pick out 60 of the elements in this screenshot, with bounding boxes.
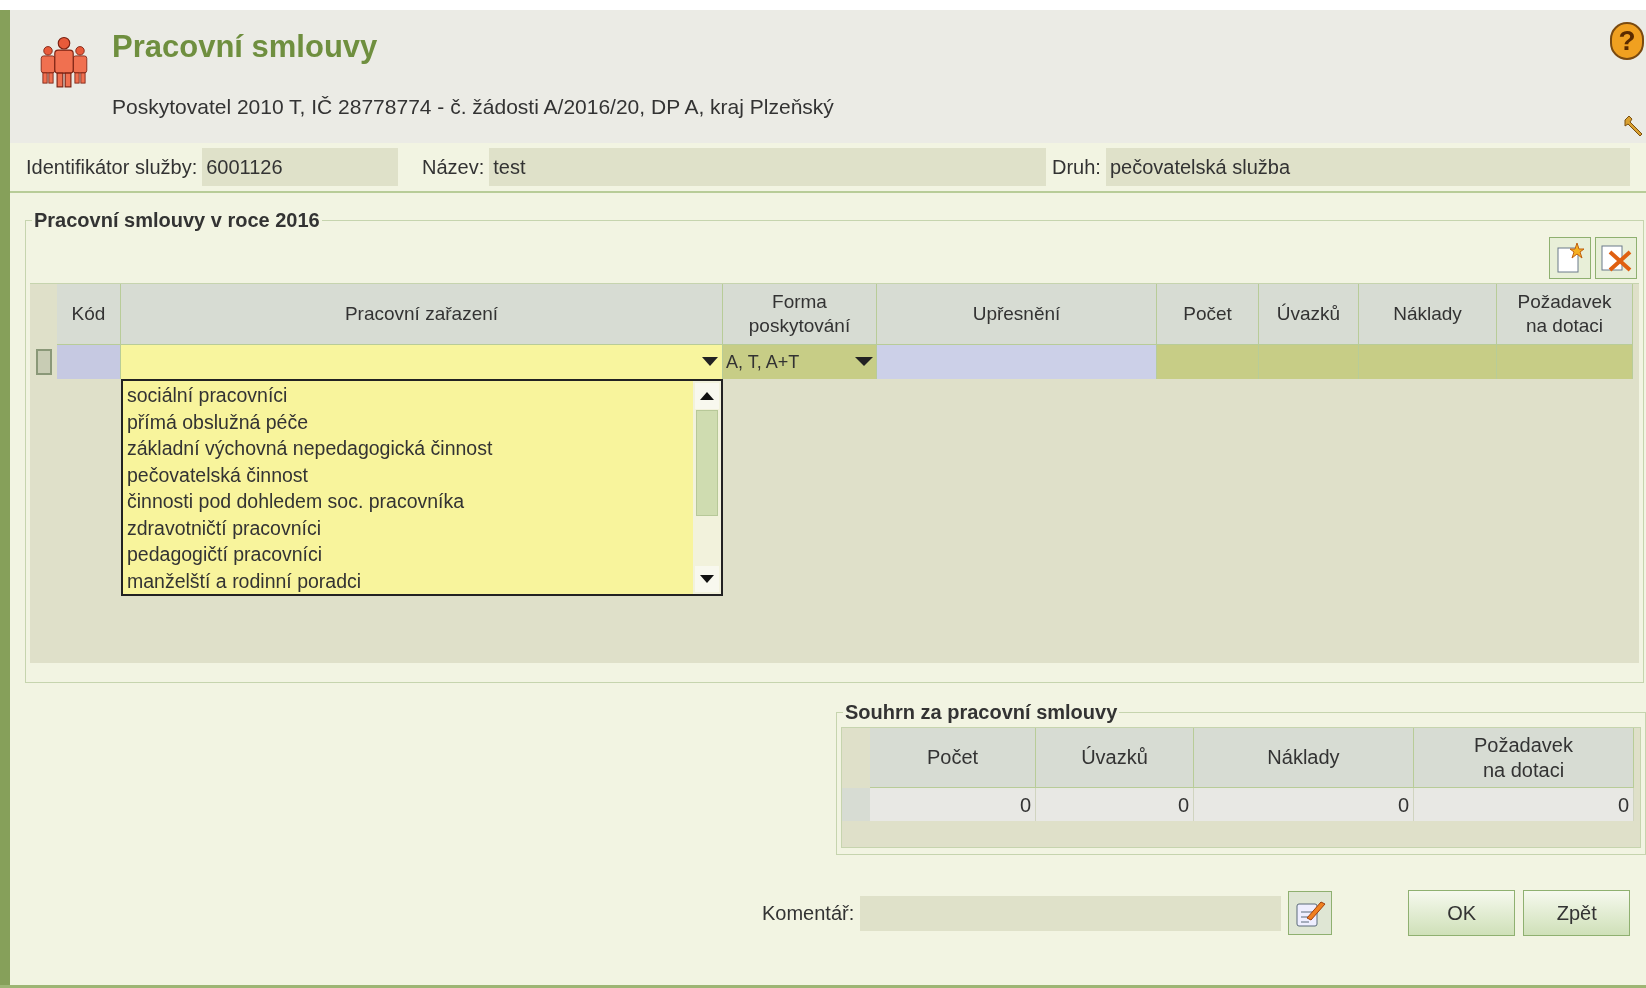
column-header: Pracovní zařazení	[121, 284, 723, 345]
comment-label: Komentář:	[762, 901, 855, 926]
dropdown-option[interactable]: zdravotničtí pracovníci	[127, 514, 693, 541]
summary-cell: 0	[1036, 788, 1194, 821]
column-header: Počet	[870, 728, 1036, 788]
dropdown-option[interactable]: sociální pracovníci	[127, 382, 693, 409]
down-arrow-icon	[700, 575, 714, 583]
panel-legend: Pracovní smlouvy v roce 2016	[32, 205, 322, 235]
number-cell[interactable]	[1157, 345, 1259, 379]
column-header: Forma poskytování	[723, 284, 877, 345]
read-only-field: 6001126	[202, 148, 398, 186]
code-cell[interactable]	[57, 345, 121, 379]
field-label: Identifikátor služby:	[26, 155, 198, 180]
category-combo[interactable]	[121, 345, 723, 379]
page-cross-icon	[1600, 242, 1632, 274]
dialog-button[interactable]: Zpět	[1523, 890, 1631, 936]
up-arrow-icon	[700, 392, 714, 400]
panel-legend: Souhrn za pracovní smlouvy	[843, 697, 1120, 727]
number-cell[interactable]	[1259, 345, 1359, 379]
number-cell[interactable]	[1359, 345, 1497, 379]
column-header: Úvazků	[1036, 728, 1194, 788]
page-star-icon	[1555, 242, 1585, 274]
add-row-button[interactable]	[1549, 237, 1591, 279]
read-only-field: pečovatelská služba	[1105, 148, 1630, 186]
form-combo[interactable]: A, T, A+T	[723, 345, 877, 379]
column-header: Požadavek na dotaci	[1414, 728, 1634, 788]
column-header: Úvazků	[1259, 284, 1359, 345]
dropdown-option[interactable]: pedagogičtí pracovníci	[127, 541, 693, 568]
scroll-thumb[interactable]	[696, 410, 718, 516]
summary-cell: 0	[1414, 788, 1634, 821]
caret-icon	[855, 357, 873, 367]
dropdown-option[interactable]: přímá obslužná péče	[127, 408, 693, 435]
delete-row-button[interactable]	[1595, 237, 1637, 279]
comment-field[interactable]	[860, 895, 1282, 931]
column-header: Náklady	[1359, 284, 1497, 345]
edit-comment-button[interactable]	[1288, 891, 1333, 935]
scrollbar[interactable]	[693, 381, 721, 594]
summary-cell: 0	[1194, 788, 1414, 821]
field-label: Druh:	[1052, 155, 1101, 180]
page-subtitle: Poskytovatel 2010 T, IČ 28778774 - č. žádosti A/2016/20, DP A, kraj Plzeňský	[112, 93, 834, 120]
wrench-icon	[1622, 115, 1644, 137]
page-title: Pracovní smlouvy	[112, 28, 379, 66]
number-cell[interactable]	[1497, 345, 1633, 379]
dropdown-option[interactable]: pečovatelská činnost	[127, 461, 693, 488]
dropdown-option[interactable]: základní výchovná nepedagogická činnost	[127, 435, 693, 462]
dropdown-option[interactable]: manželští a rodinní poradci	[127, 567, 693, 594]
row-selector[interactable]	[35, 349, 52, 375]
summary-cell: 0	[870, 788, 1036, 821]
column-header: Požadavek na dotaci	[1497, 284, 1633, 345]
column-header: Počet	[1157, 284, 1259, 345]
caret-icon	[702, 357, 718, 367]
column-header: Náklady	[1194, 728, 1414, 788]
column-header: Kód	[57, 284, 121, 345]
specification-cell[interactable]	[877, 345, 1157, 379]
help-button[interactable]: ?	[1610, 22, 1644, 60]
column-header: Upřesnění	[877, 284, 1157, 345]
dialog-button[interactable]: OK	[1408, 890, 1516, 936]
field-label: Název:	[422, 155, 485, 180]
read-only-field: test	[489, 148, 1046, 186]
dropdown-option[interactable]: činnosti pod dohledem soc. pracovníka	[127, 488, 693, 515]
